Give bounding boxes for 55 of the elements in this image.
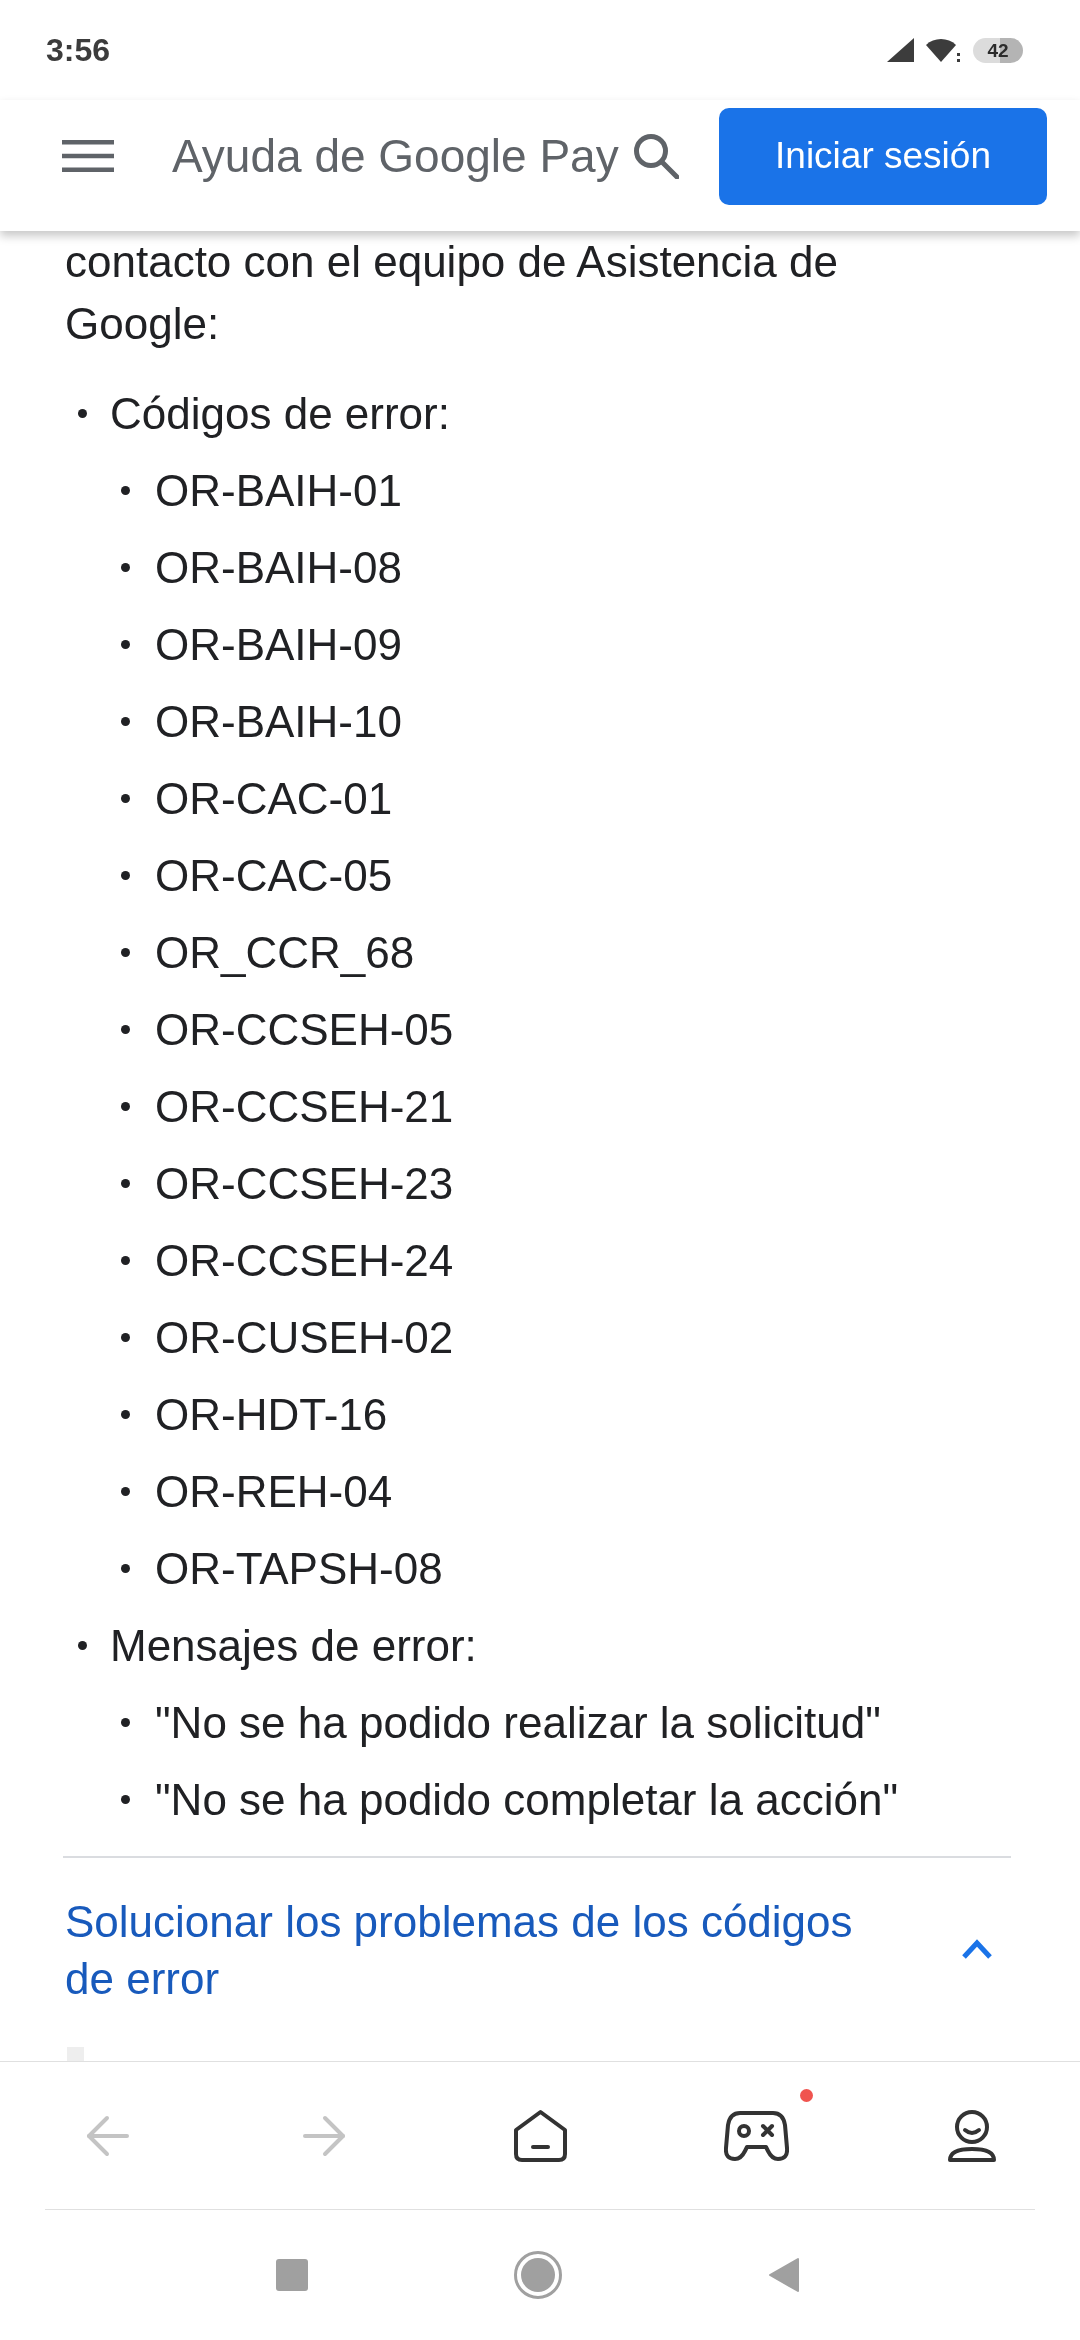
list-item-text: OR-BAIH-10 — [155, 695, 402, 748]
list-item-text: OR_CCR_68 — [155, 926, 415, 979]
bullet-icon — [121, 1102, 130, 1111]
list-item-text: OR-CAC-01 — [155, 772, 393, 825]
sign-in-button[interactable]: Iniciar sesión — [719, 107, 1047, 205]
list-item-text: OR-CCSEH-24 — [155, 1234, 454, 1287]
bullet-icon — [121, 717, 130, 726]
signal-icon — [887, 38, 914, 62]
bullet-icon — [78, 409, 87, 418]
list-item-text: OR-CCSEH-21 — [155, 1080, 454, 1133]
list-item-text: Códigos de error: — [110, 387, 450, 440]
list-item-text: OR-BAIH-08 — [155, 541, 402, 594]
chevron-up-icon[interactable] — [961, 1939, 993, 1961]
house-icon[interactable] — [512, 2108, 568, 2163]
bullet-icon — [78, 1641, 87, 1650]
list-item-text: OR-REH-04 — [155, 1465, 393, 1518]
bullet-icon — [121, 794, 130, 803]
bullet-icon — [121, 1410, 130, 1419]
bullet-icon — [121, 640, 130, 649]
bullet-icon — [121, 1256, 130, 1265]
list-item-text: "No se ha podido completar la acción" — [155, 1773, 898, 1826]
section-toggle[interactable]: Solucionar los problemas de los códigos de error — [65, 1858, 1011, 2007]
list-item-text: Mensajes de error: — [110, 1619, 477, 1672]
list-item-text: OR-BAIH-01 — [155, 464, 402, 517]
list-item-text: OR-CAC-05 — [155, 849, 393, 902]
person-icon[interactable] — [947, 2108, 997, 2163]
bullet-icon — [121, 486, 130, 495]
bullet-icon — [121, 948, 130, 957]
menu-icon[interactable] — [62, 140, 114, 172]
list-item-text: OR-CUSEH-02 — [155, 1311, 454, 1364]
bullet-icon — [121, 1718, 130, 1727]
bullet-icon — [121, 563, 130, 572]
circle-icon[interactable] — [514, 2251, 562, 2299]
bullet-icon — [121, 1564, 130, 1573]
list-item-text: OR-HDT-16 — [155, 1388, 388, 1441]
bullet-icon — [121, 1487, 130, 1496]
battery-indicator: 42 — [973, 37, 1023, 63]
list-item-text: OR-TAPSH-08 — [155, 1542, 443, 1595]
small-square-icon — [67, 2047, 84, 2061]
triangle-icon[interactable] — [768, 2257, 800, 2293]
list-item-text: OR-BAIH-09 — [155, 618, 402, 671]
bullet-icon — [121, 1333, 130, 1342]
search-icon[interactable] — [632, 133, 679, 179]
bullet-icon — [121, 1795, 130, 1804]
status-time: 3:56 — [46, 31, 111, 69]
list-item-text: "No se ha podido realizar la solicitud" — [155, 1696, 881, 1749]
intro-text: contacto con el equipo de Asistencia de Google: — [65, 236, 839, 350]
bullet-icon — [121, 1179, 130, 1188]
bullet-icon — [121, 871, 130, 880]
list-item-text: OR-CCSEH-23 — [155, 1157, 454, 1210]
list-item-text: OR-CCSEH-05 — [155, 1003, 454, 1056]
bullet-icon — [121, 1025, 130, 1034]
wifi-icon — [926, 37, 961, 63]
page-title: Ayuda de Google Pay — [172, 129, 619, 184]
gamepad-icon[interactable] — [723, 2109, 789, 2162]
